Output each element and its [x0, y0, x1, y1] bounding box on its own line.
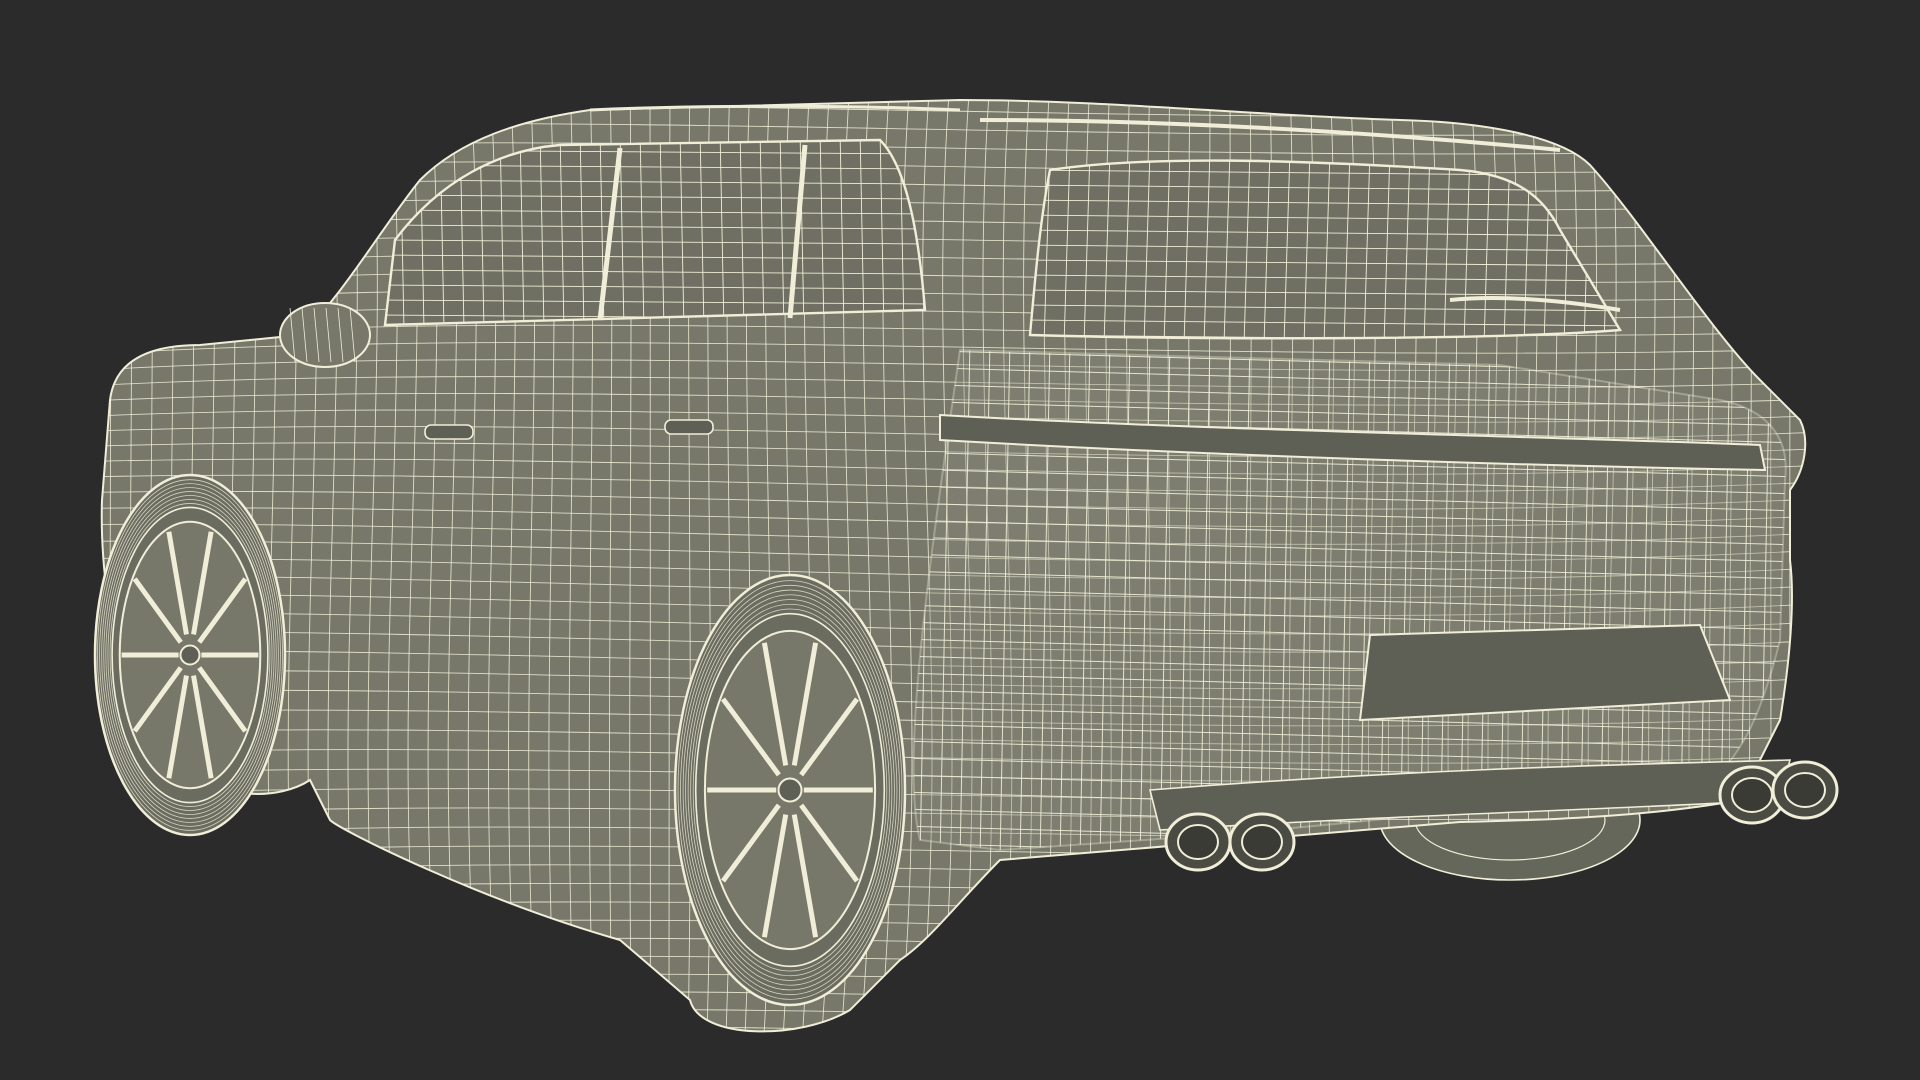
exhaust-tip-right-2 — [1771, 760, 1839, 820]
wireframe-car-render — [0, 0, 1920, 1080]
door-handle-rear — [664, 419, 714, 435]
exhaust-tip-left-2 — [1228, 812, 1296, 872]
front-left-wheel — [93, 473, 287, 837]
door-handle-front — [424, 424, 474, 440]
render-viewport — [0, 0, 1920, 1080]
rear-left-wheel — [673, 573, 907, 1007]
exhaust-tip-left-1 — [1164, 812, 1232, 872]
side-mirror — [279, 302, 371, 368]
